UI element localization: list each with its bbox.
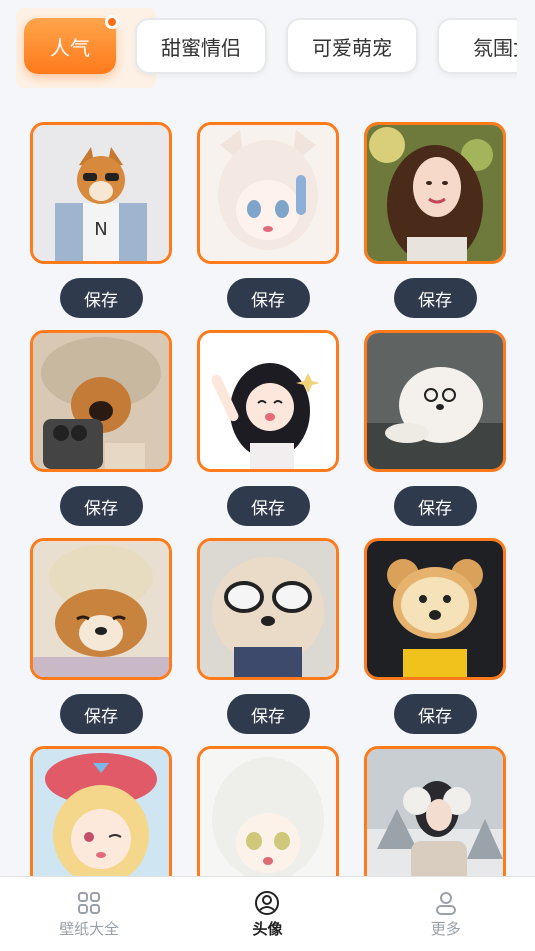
avatar-image-shiba-bunny-hood[interactable] <box>30 330 172 472</box>
avatar-image-shiba-knit-hat[interactable] <box>30 538 172 680</box>
avatar-card: 保存 <box>197 122 339 330</box>
tab-popular[interactable]: 人气 <box>24 15 119 74</box>
avatar-image-pomeranian[interactable] <box>364 330 506 472</box>
nav-label: 头像 <box>252 919 283 938</box>
nav-label: 更多 <box>430 919 461 938</box>
avatar-card: N 保存 <box>30 122 172 330</box>
avatar-card: 保存 <box>364 122 506 330</box>
avatar-image-dog-goggles[interactable] <box>197 538 339 680</box>
app-root: 人气 甜蜜情侣 可爱萌宠 氛围女 <box>0 0 535 951</box>
save-button[interactable]: 保存 <box>59 486 143 526</box>
avatar-image-anime-catgirl[interactable] <box>197 122 339 264</box>
avatar-card: 保存 <box>364 538 506 746</box>
bottom-nav: 壁纸大全 头像 更多 <box>0 876 535 951</box>
tab-couples[interactable]: 甜蜜情侣 <box>135 18 267 74</box>
save-button[interactable]: 保存 <box>226 694 310 734</box>
avatar-grid: N 保存 保存 保存 保存 保存 保存 保存 保存 保存 <box>30 122 506 951</box>
grid-icon <box>78 891 101 914</box>
save-button[interactable]: 保存 <box>59 278 143 318</box>
avatar-image-shiba-sunglasses[interactable]: N <box>30 122 172 264</box>
tab-label: 可爱萌宠 <box>312 35 392 60</box>
tab-label: 氛围女 <box>473 35 517 60</box>
save-button[interactable]: 保存 <box>393 486 477 526</box>
tab-label: 甜蜜情侣 <box>161 35 241 60</box>
grid-row: 保存 保存 保存 <box>30 538 506 746</box>
save-button[interactable]: 保存 <box>226 278 310 318</box>
avatar-image-girl-earmuffs[interactable] <box>364 746 506 888</box>
tab-label: 人气 <box>50 35 90 60</box>
tab-cute-pets[interactable]: 可爱萌宠 <box>286 18 418 74</box>
tab-aesthetic-girls[interactable]: 氛围女 <box>437 18 517 74</box>
avatar-card: 保存 <box>30 538 172 746</box>
save-button[interactable]: 保存 <box>226 486 310 526</box>
save-button[interactable]: 保存 <box>393 694 477 734</box>
avatar-image-girl-brown-hair[interactable] <box>364 122 506 264</box>
avatar-image-anime-black-hair[interactable] <box>197 330 339 472</box>
svg-text:N: N <box>94 219 107 240</box>
avatar-card: 保存 <box>364 330 506 538</box>
avatar-card: 保存 <box>197 330 339 538</box>
avatar-card: 保存 <box>197 538 339 746</box>
avatar-image-anime-white-hair[interactable] <box>197 746 339 888</box>
avatar-image-anime-blonde[interactable] <box>30 746 172 888</box>
nav-item-more[interactable]: 更多 <box>386 890 506 939</box>
avatar-icon <box>255 890 280 915</box>
nav-label: 壁纸大全 <box>59 919 120 938</box>
grid-row: N 保存 保存 保存 <box>30 122 506 330</box>
notification-dot <box>105 15 119 29</box>
nav-item-wallpapers[interactable]: 壁纸大全 <box>29 890 149 939</box>
category-tabs: 人气 甜蜜情侣 可爱萌宠 氛围女 <box>16 8 517 88</box>
avatar-image-dog-bread[interactable] <box>364 538 506 680</box>
nav-item-avatars[interactable]: 头像 <box>207 890 327 939</box>
grid-row: 保存 保存 保存 <box>30 330 506 538</box>
person-icon <box>435 891 456 915</box>
save-button[interactable]: 保存 <box>393 278 477 318</box>
avatar-card: 保存 <box>30 330 172 538</box>
save-button[interactable]: 保存 <box>59 694 143 734</box>
